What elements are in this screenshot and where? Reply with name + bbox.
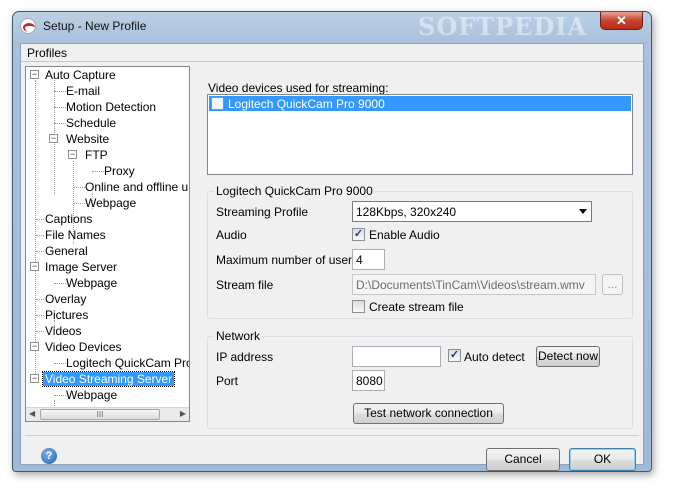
device-checkbox[interactable] [211, 97, 224, 110]
tree-item-image-server[interactable]: − Image Server [30, 259, 119, 275]
profiles-header: Profiles [21, 44, 643, 62]
tree-item-website[interactable]: − Website [48, 131, 111, 147]
tree-item-videos[interactable]: Videos [30, 323, 83, 339]
streaming-profile-select[interactable]: 128Kbps, 320x240 [352, 201, 592, 222]
softpedia-watermark: SOFTPEDIA [418, 12, 588, 41]
window-title: Setup - New Profile [43, 19, 147, 33]
port-label: Port [216, 374, 239, 388]
tree-item-website-webpage[interactable]: Webpage [67, 195, 138, 211]
footer-divider [25, 435, 639, 436]
tree-horizontal-scrollbar[interactable]: ◀ III ▶ [26, 407, 189, 421]
port-field[interactable]: 8080 [352, 370, 385, 391]
tree-item-ftp[interactable]: − FTP [67, 147, 110, 163]
scroll-thumb[interactable]: III [40, 409, 160, 420]
tree-item-logitech-device[interactable]: Logitech QuickCam Pro 9 [48, 355, 189, 371]
collapse-icon[interactable]: − [30, 262, 39, 271]
close-button[interactable]: ✕ [600, 12, 643, 30]
auto-detect-label: Auto detect [464, 350, 525, 364]
tree-item-email[interactable]: E-mail [48, 83, 102, 99]
ip-address-field[interactable] [352, 346, 441, 367]
tree-item-pictures[interactable]: Pictures [30, 307, 90, 323]
device-list[interactable]: Logitech QuickCam Pro 9000 [207, 94, 633, 175]
collapse-icon[interactable]: − [30, 342, 39, 351]
tree-item-auto-capture[interactable]: − Auto Capture [30, 67, 118, 83]
detect-now-button[interactable]: Detect now [536, 346, 600, 367]
stream-file-label: Stream file [216, 278, 274, 292]
network-group-title: Network [214, 329, 263, 343]
collapse-icon[interactable]: − [30, 374, 39, 383]
network-group: Network IP address ✓ Auto detect Detect … [207, 329, 633, 429]
cancel-button[interactable]: Cancel [486, 448, 560, 471]
test-network-button[interactable]: Test network connection [353, 403, 504, 424]
title-bar[interactable]: Setup - New Profile SOFTPEDIA ✕ [13, 12, 651, 41]
create-stream-label: Create stream file [369, 300, 464, 314]
devices-label: Video devices used for streaming: [208, 81, 389, 95]
tree-item-image-server-webpage[interactable]: Webpage [48, 275, 119, 291]
tree-item-file-names[interactable]: File Names [30, 227, 108, 243]
tree-item-motion-detection[interactable]: Motion Detection [48, 99, 158, 115]
profiles-label: Profiles [27, 46, 68, 60]
browse-button[interactable]: ... [602, 274, 623, 295]
help-icon[interactable]: ? [41, 448, 57, 464]
create-stream-checkbox[interactable] [352, 300, 365, 313]
collapse-icon[interactable]: − [49, 134, 58, 143]
tree-item-video-devices[interactable]: − Video Devices [30, 339, 124, 355]
enable-audio-checkbox[interactable]: ✓ [352, 228, 365, 241]
chevron-down-icon [579, 209, 587, 214]
max-users-field[interactable]: 4 [352, 249, 385, 270]
scroll-right-icon[interactable]: ▶ [180, 409, 186, 418]
enable-audio-label: Enable Audio [369, 228, 440, 242]
ok-button[interactable]: OK [569, 448, 636, 471]
tree-item-overlay[interactable]: Overlay [30, 291, 88, 307]
setup-window: Setup - New Profile SOFTPEDIA ✕ Profiles… [12, 11, 652, 472]
device-group-title: Logitech QuickCam Pro 9000 [214, 184, 375, 198]
tree-item-online-offline-upload[interactable]: Online and offline uplo [67, 179, 189, 195]
tree-item-general[interactable]: General [30, 243, 90, 259]
collapse-icon[interactable]: − [68, 150, 77, 159]
audio-label: Audio [216, 228, 247, 242]
device-list-item[interactable]: Logitech QuickCam Pro 9000 [209, 96, 631, 111]
streaming-settings-pane: Video devices used for streaming: Logite… [199, 66, 638, 430]
tree-item-video-streaming-server[interactable]: − Video Streaming Server [30, 371, 176, 387]
tree-item-streaming-webpage[interactable]: Webpage [48, 387, 119, 403]
max-users-label: Maximum number of users [216, 253, 359, 267]
streaming-profile-label: Streaming Profile [216, 205, 309, 219]
tree-item-proxy[interactable]: Proxy [86, 163, 137, 179]
auto-detect-checkbox[interactable]: ✓ [448, 349, 461, 362]
scroll-left-icon[interactable]: ◀ [29, 409, 35, 418]
close-icon: ✕ [616, 13, 627, 28]
device-settings-group: Logitech QuickCam Pro 9000 Streaming Pro… [207, 184, 633, 319]
stream-file-field[interactable]: D:\Documents\TinCam\Videos\stream.wmv [352, 274, 596, 295]
ip-address-label: IP address [216, 350, 274, 364]
dialog-client: Profiles − Auto Capture E-mail Motion De… [20, 43, 644, 471]
settings-tree[interactable]: − Auto Capture E-mail Motion Detection S… [25, 66, 190, 422]
collapse-icon[interactable]: − [30, 70, 39, 79]
app-logo-icon [20, 18, 36, 34]
tree-item-schedule[interactable]: Schedule [48, 115, 118, 131]
tree-item-captions[interactable]: Captions [30, 211, 94, 227]
